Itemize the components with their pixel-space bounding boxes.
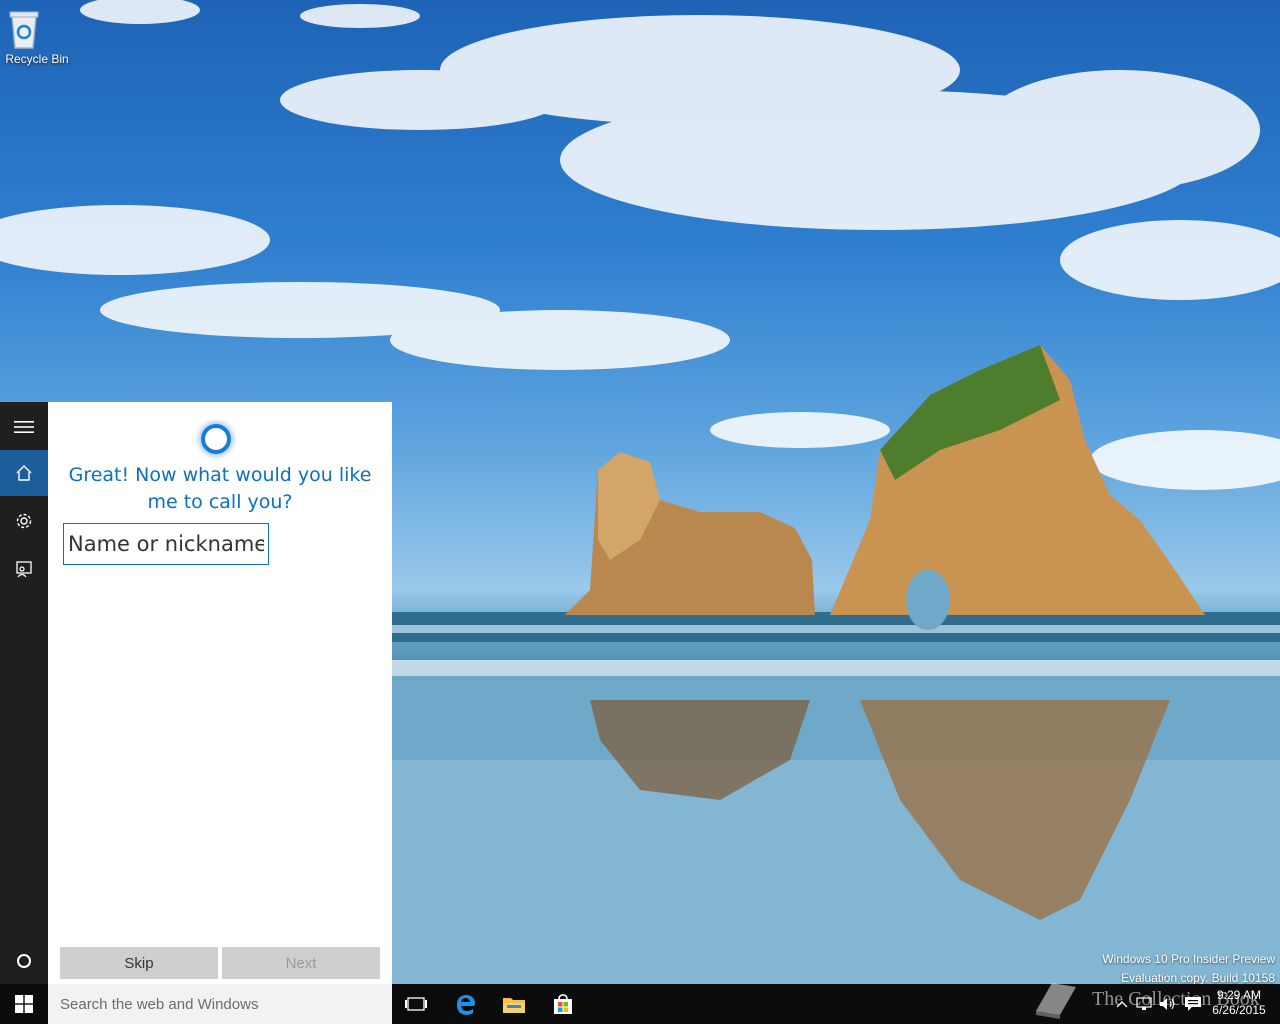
recycle-bin-label: Recycle Bin — [5, 52, 69, 66]
clock[interactable]: 9:29 AM 6/26/2015 — [1206, 988, 1272, 1018]
file-explorer-icon — [503, 998, 525, 1013]
feedback-icon — [16, 561, 32, 578]
store-icon — [554, 994, 572, 1014]
action-center-button[interactable] — [1183, 994, 1203, 1014]
next-button[interactable]: Next — [222, 947, 380, 979]
cortana-button[interactable] — [0, 938, 48, 984]
home-icon — [16, 465, 32, 481]
network-icon — [1136, 997, 1152, 1010]
home-button[interactable] — [0, 450, 48, 496]
search-input[interactable] — [58, 994, 382, 1014]
name-input[interactable] — [63, 523, 269, 565]
start-button[interactable] — [0, 984, 48, 1024]
task-view-icon — [405, 997, 427, 1011]
recycle-bin-icon — [9, 6, 57, 50]
store-button[interactable] — [539, 984, 587, 1024]
volume-icon — [1160, 998, 1175, 1010]
book-logo-icon — [1036, 983, 1076, 1019]
skip-button[interactable]: Skip — [60, 947, 218, 979]
file-explorer-button[interactable] — [490, 984, 538, 1024]
watermark-edition: Windows 10 Pro Insider Preview — [1102, 952, 1275, 966]
settings-icon — [16, 513, 32, 529]
watermark-build: Evaluation copy. Build 10158 — [1121, 971, 1275, 984]
build-watermark: Windows 10 Pro Insider Preview Evaluatio… — [1102, 950, 1275, 984]
chevron-up-icon — [1116, 1001, 1128, 1008]
task-view-button[interactable] — [392, 984, 440, 1024]
hamburger-menu-button[interactable] — [0, 404, 48, 450]
windows-logo-icon — [15, 995, 33, 1013]
network-button[interactable] — [1134, 994, 1154, 1014]
cortana-circle-icon — [17, 954, 31, 968]
taskbar: The Collection Book 9:29 AM 6/26/2015 — [0, 983, 1280, 1024]
edge-icon — [457, 995, 475, 1015]
show-hidden-icons-button[interactable] — [1112, 994, 1132, 1014]
clock-date: 6/26/2015 — [1212, 1003, 1266, 1017]
hamburger-icon — [14, 421, 34, 433]
taskbar-search — [48, 984, 392, 1024]
cortana-rail — [0, 402, 48, 984]
action-center-icon — [1185, 997, 1201, 1011]
feedback-button[interactable] — [0, 546, 48, 592]
cortana-logo-icon — [201, 424, 231, 454]
volume-button[interactable] — [1158, 994, 1178, 1014]
cortana-prompt: Great! Now what would you like me to cal… — [68, 464, 372, 513]
clock-time: 9:29 AM — [1216, 988, 1262, 1002]
recycle-bin[interactable]: Recycle Bin — [4, 6, 70, 66]
edge-button[interactable] — [442, 984, 490, 1024]
cortana-panel: Great! Now what would you like me to cal… — [48, 402, 392, 984]
settings-button[interactable] — [0, 498, 48, 544]
